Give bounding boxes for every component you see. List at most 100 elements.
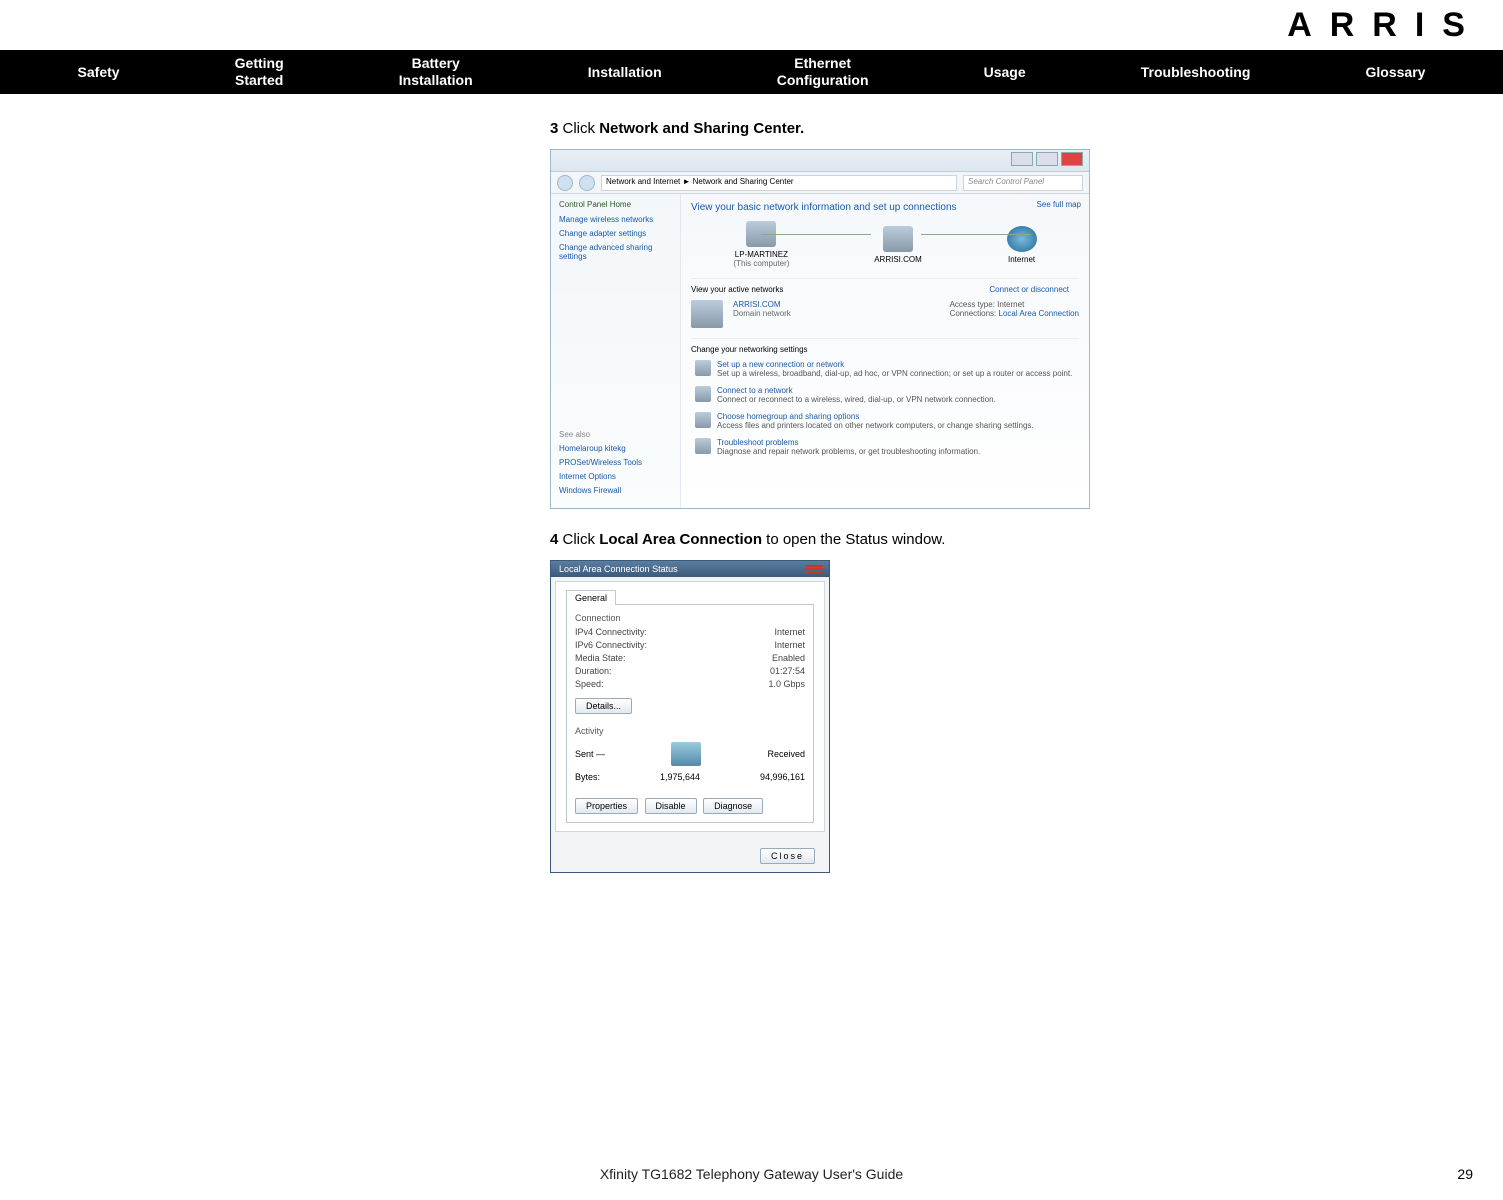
page-number: 29 [1457,1166,1473,1182]
screenshot-lan-status: Local Area Connection Status General Con… [550,560,830,873]
network-icon [883,226,913,252]
change-settings-section: Change your networking settings Set up a… [691,338,1079,456]
nav-ethernet-configuration[interactable]: Ethernet Configuration [777,55,869,89]
footer-title: Xfinity TG1682 Telephony Gateway User's … [0,1166,1503,1182]
received-label: Received [767,749,805,759]
row-v: Internet [774,627,805,637]
row-v: Internet [774,640,805,650]
item-desc: Connect or reconnect to a wireless, wire… [717,395,1079,404]
map-node-internet: Internet [1007,226,1037,264]
maximize-button[interactable] [1036,152,1058,166]
change-settings-heading: Change your networking settings [691,345,808,354]
step-bold: Network and Sharing Center. [599,120,804,137]
dialog-close-icon[interactable] [805,565,823,573]
item-troubleshoot[interactable]: Troubleshoot problems Diagnose and repai… [691,438,1079,456]
step-text: Click [563,531,600,548]
nav-safety[interactable]: Safety [78,64,120,81]
step-4: 4 Click Local Area Connection to open th… [550,531,1443,548]
nav-installation[interactable]: Installation [588,64,662,81]
item-title: Set up a new connection or network [717,360,1079,369]
see-also-label: See also [559,430,679,439]
item-connect-network[interactable]: Connect to a network Connect or reconnec… [691,386,1079,404]
item-title: Choose homegroup and sharing options [717,412,1079,421]
sent-label: Sent — [575,749,605,759]
search-input[interactable]: Search Control Panel [963,175,1083,191]
access-type-value: Internet [997,300,1024,309]
link-manage-wireless[interactable]: Manage wireless networks [559,215,672,224]
see-also-windows-firewall[interactable]: Windows Firewall [559,486,679,495]
nav-usage[interactable]: Usage [984,64,1026,81]
local-area-connection-link[interactable]: Local Area Connection [999,309,1080,318]
back-button[interactable] [557,175,573,191]
nav-getting-started[interactable]: Getting Started [235,55,284,89]
globe-icon [1007,226,1037,252]
step-tail: to open the Status window. [762,531,945,548]
content-area: 3 Click Network and Sharing Center. Netw… [550,120,1443,873]
active-network-name[interactable]: ARRISI.COM [733,300,781,309]
received-bytes: 94,996,161 [760,772,805,782]
map-node-network: ARRISI.COM [874,226,922,264]
activity-monitor-icon [671,742,701,766]
nav-troubleshooting[interactable]: Troubleshooting [1141,64,1251,81]
step-3: 3 Click Network and Sharing Center. [550,120,1443,137]
item-setup-connection[interactable]: Set up a new connection or network Set u… [691,360,1079,378]
connect-disconnect-link[interactable]: Connect or disconnect [989,285,1069,294]
node-internet-name: Internet [1007,255,1037,264]
close-button[interactable] [1061,152,1083,166]
row-v: 01:27:54 [770,666,805,676]
nav-battery-installation[interactable]: Battery Installation [399,55,473,89]
close-button[interactable]: Close [760,848,815,864]
item-homegroup[interactable]: Choose homegroup and sharing options Acc… [691,412,1079,430]
network-map: LP-MARTINEZ (This computer) ARRISI.COM I… [691,221,1079,268]
bytes-label: Bytes: [575,772,600,782]
nav-glossary[interactable]: Glossary [1366,64,1426,81]
window-titlebar [551,150,1089,172]
active-networks-label: View your active networks [691,285,783,294]
see-also-block: See also Homelaroup kitekg PROSet/Wirele… [559,430,679,500]
see-also-internet-options[interactable]: Internet Options [559,472,679,481]
activity-group-label: Activity [575,726,805,736]
see-full-map-link[interactable]: See full map [1037,200,1081,209]
window-caption-buttons [1011,152,1083,166]
step-bold: Local Area Connection [599,531,762,548]
connection-group-label: Connection [575,613,805,623]
node-pc-sub: (This computer) [733,259,789,268]
row-k: Media State: [575,653,626,663]
row-k: Speed: [575,679,604,689]
domain-network-icon [691,300,723,328]
row-k: IPv4 Connectivity: [575,627,647,637]
row-v: 1.0 Gbps [768,679,805,689]
forward-button[interactable] [579,175,595,191]
row-k: IPv6 Connectivity: [575,640,647,650]
access-type-label: Access type: [950,300,995,309]
connections-label: Connections: [950,309,997,318]
dialog-title-text: Local Area Connection Status [559,564,678,574]
tab-general[interactable]: General [566,590,616,605]
map-node-this-computer: LP-MARTINEZ (This computer) [733,221,789,268]
minimize-button[interactable] [1011,152,1033,166]
breadcrumb[interactable]: Network and Internet ► Network and Shari… [601,175,957,191]
step-text: Click [563,120,600,137]
see-also-homegroup[interactable]: Homelaroup kitekg [559,444,679,453]
sent-bytes: 1,975,644 [660,772,700,782]
details-button[interactable]: Details... [575,698,632,714]
link-change-adapter[interactable]: Change adapter settings [559,229,672,238]
see-also-proset[interactable]: PROSet/Wireless Tools [559,458,679,467]
item-desc: Access files and printers located on oth… [717,421,1079,430]
row-k: Duration: [575,666,612,676]
item-title: Connect to a network [717,386,1079,395]
step-number: 3 [550,120,558,137]
node-pc-name: LP-MARTINEZ [733,250,789,259]
control-panel-home[interactable]: Control Panel Home [559,200,672,209]
doc-navbar: Safety Getting Started Battery Installat… [0,50,1503,94]
screenshot-network-sharing-center: Network and Internet ► Network and Shari… [550,149,1090,509]
address-bar-row: Network and Internet ► Network and Shari… [551,172,1089,194]
active-networks-section: View your active networks Connect or dis… [691,278,1079,328]
diagnose-button[interactable]: Diagnose [703,798,763,814]
item-desc: Diagnose and repair network problems, or… [717,447,1079,456]
properties-button[interactable]: Properties [575,798,638,814]
link-change-advanced-sharing[interactable]: Change advanced sharing settings [559,243,672,261]
main-panel: View your basic network information and … [681,194,1089,508]
left-panel: Control Panel Home Manage wireless netwo… [551,194,681,508]
disable-button[interactable]: Disable [645,798,697,814]
